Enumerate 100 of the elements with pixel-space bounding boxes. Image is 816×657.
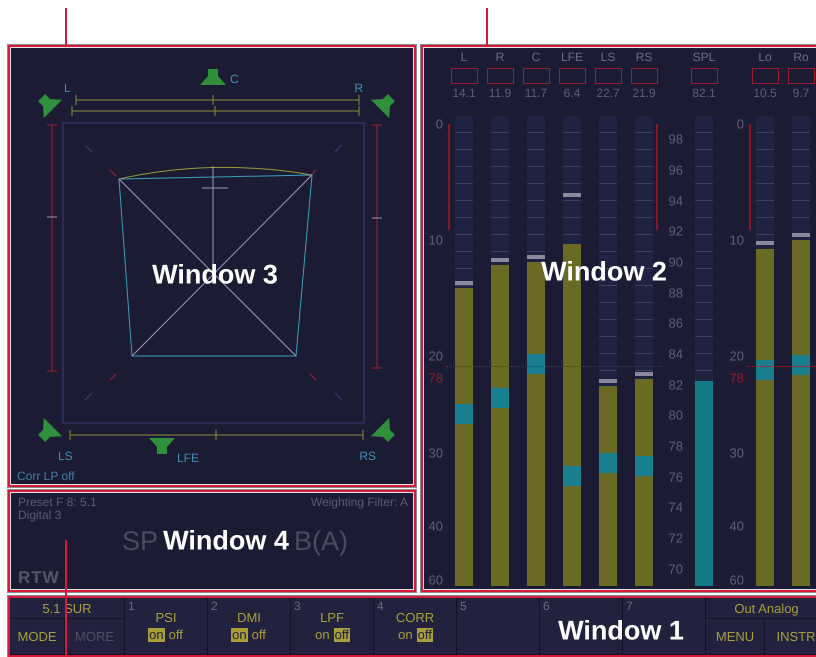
- logo: RTW: [18, 568, 60, 588]
- window-annotation: Window 1: [558, 616, 684, 646]
- scale-label: 86: [668, 316, 683, 330]
- key-number: 5: [460, 599, 467, 613]
- channel-name: Ro: [793, 51, 809, 64]
- softkey-label: DMI: [237, 610, 261, 625]
- toggle-option: off: [250, 628, 267, 642]
- channel-reading: 10.5: [753, 87, 777, 100]
- softkey-button[interactable]: 2 DMI on off: [208, 598, 290, 654]
- channel-name: LS: [600, 51, 616, 64]
- toggle-option: on: [231, 628, 248, 642]
- speaker-label: C: [230, 72, 239, 86]
- channel-name: RS: [636, 51, 652, 64]
- softkey-button[interactable]: MODE: [10, 619, 64, 654]
- channel-reading: 22.7: [596, 87, 620, 100]
- speaker-label: LFE: [177, 451, 200, 465]
- speaker-label: RS: [359, 449, 376, 463]
- scale-label: 72: [668, 532, 683, 545]
- scale-label: 60: [730, 574, 744, 587]
- clip-indicator: [752, 68, 778, 84]
- channel-name: Lo: [758, 51, 772, 64]
- weighting-text: Weighting Filter: A: [310, 496, 408, 509]
- channel-reading: 21.9: [632, 87, 656, 100]
- channel-reading: 14.1: [452, 87, 476, 100]
- scale-label: 82: [668, 378, 683, 392]
- scale-label: 98: [668, 132, 683, 146]
- clip-indicator: [788, 68, 814, 84]
- softkey-button[interactable]: 3 LPF on off: [291, 598, 373, 654]
- toggle-option: on: [148, 628, 165, 642]
- window-annotation: Window 4: [163, 526, 289, 556]
- key-number: 1: [128, 599, 135, 613]
- toggle-option: off: [416, 628, 433, 642]
- scale-label: 74: [668, 500, 683, 514]
- scale-label: 78: [668, 440, 683, 453]
- scale-label: 20: [730, 349, 744, 362]
- scale-label: 78: [428, 371, 443, 384]
- key-number: 4: [377, 599, 384, 613]
- channel-reading: 11.7: [524, 87, 548, 100]
- speaker-icon: [200, 69, 226, 85]
- channel-name: C: [532, 51, 540, 64]
- speaker-icon: [38, 94, 62, 118]
- softkey-button[interactable]: 1 PSI on off: [125, 598, 207, 654]
- source-text: Digital 3: [18, 509, 62, 522]
- scale-label: 20: [428, 349, 443, 362]
- scale-label: 40: [428, 519, 443, 532]
- speaker-label: L: [64, 81, 71, 95]
- clip-indicator: [486, 68, 514, 84]
- clip-indicator: [630, 68, 658, 84]
- scale-label: 84: [668, 348, 683, 360]
- scale-label: 10: [428, 234, 443, 247]
- key-number: 3: [294, 599, 301, 613]
- scale-label: 0: [736, 118, 744, 131]
- preset-text: Preset F 8: 5.1: [18, 496, 97, 509]
- channel-reading: 9.7: [792, 87, 810, 100]
- clip-indicator: [558, 68, 586, 84]
- key-number: 7: [626, 599, 633, 613]
- scale-label: 90: [668, 255, 683, 268]
- softkey-label: CORR: [396, 610, 434, 625]
- speaker-label: R: [354, 81, 363, 95]
- toggle-option: on: [314, 628, 331, 642]
- speaker-label: LS: [58, 449, 73, 463]
- scale-label: 10: [730, 234, 744, 247]
- window-annotation: Window 2: [541, 256, 667, 288]
- clip-indicator: [522, 68, 550, 84]
- toggle-option: off: [334, 628, 350, 642]
- scale-label: 30: [428, 446, 443, 460]
- toggle-option: on: [397, 628, 414, 642]
- channel-name: SPL: [692, 51, 716, 64]
- scale-label: 76: [668, 470, 683, 484]
- scale-label: 0: [436, 118, 443, 131]
- clip-indicator: [594, 68, 622, 84]
- scale-label: 88: [668, 286, 683, 300]
- scale-label: 80: [668, 408, 683, 422]
- channel-reading: 11.9: [488, 87, 512, 100]
- channel-name: LFE: [560, 51, 583, 64]
- scale-label: 94: [668, 194, 683, 208]
- scale-label: 78: [730, 371, 744, 384]
- reference-line: [747, 366, 816, 368]
- channel-reading: 6.4: [564, 87, 580, 100]
- scale-label: 92: [668, 224, 683, 238]
- softkey-label: LPF: [320, 610, 344, 625]
- speaker-icon: [38, 418, 62, 442]
- softkey-label: PSI: [156, 610, 176, 625]
- channel-reading: 82.1: [692, 87, 716, 100]
- scale-label: 60: [428, 574, 443, 587]
- scale-label: 40: [730, 519, 744, 532]
- key-number: 2: [211, 599, 218, 613]
- scale-label: 96: [668, 163, 683, 176]
- softkey-button[interactable]: MENU: [706, 619, 764, 654]
- softkey-button[interactable]: INSTR: [765, 619, 816, 654]
- speaker-icon: [149, 438, 175, 454]
- channel-name: R: [496, 51, 504, 64]
- softkey-button[interactable]: 4 CORR on off: [374, 598, 456, 654]
- output-title: Out Analog: [706, 598, 816, 618]
- scale-label: 70: [668, 562, 683, 576]
- status-text: Corr LP off: [17, 469, 75, 483]
- clip-indicator: [450, 68, 478, 84]
- clip-indicator: [690, 68, 718, 84]
- key-number: 6: [543, 599, 550, 613]
- toggle-option: off: [168, 628, 184, 642]
